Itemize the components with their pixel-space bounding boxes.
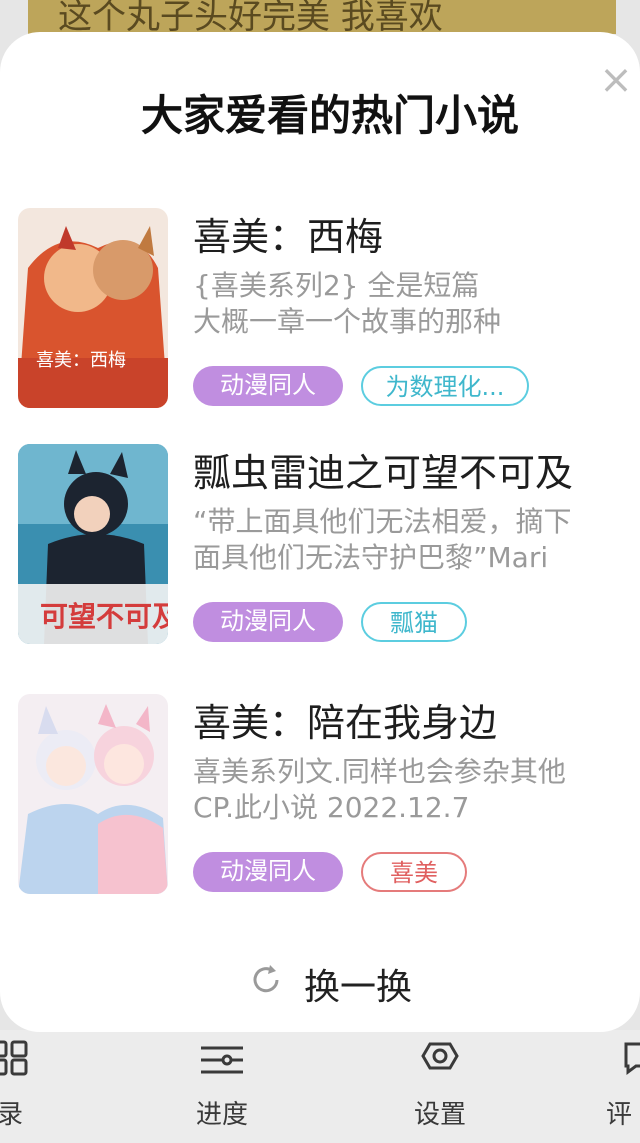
book-description-line: 大概一章一个故事的那种 [193,305,502,338]
sliders-icon [197,1038,247,1085]
book-item[interactable]: 喜美：陪在我身边 喜美系列文.同样也会参杂其他 CP.此小说 2022.12.7… [18,692,628,894]
book-title[interactable]: 喜美：陪在我身边 [193,692,497,747]
modal-title: 大家爱看的热门小说 [140,91,519,140]
category-tag[interactable]: 动漫同人 [193,852,343,892]
book-description-line: 面具他们无法守护巴黎”Mari [193,541,549,574]
background-banner: 这个丸子头好完美 我喜欢 [28,0,616,34]
book-description-line: {喜美系列2} 全是短篇 [193,269,480,302]
bottom-toolbar [0,1030,640,1143]
nav-settings[interactable]: 设置 [390,1030,490,1143]
nav-settings-label: 设置 [413,1100,466,1130]
book-tag[interactable]: 喜美 [361,852,467,892]
book-description: {喜美系列2} 全是短篇 大概一章一个故事的那种 [193,268,633,340]
refresh-label: 换一换 [304,967,413,1008]
book-title[interactable]: 喜美：西梅 [193,206,383,261]
hot-novels-modal: × 大家爱看的热门小说 喜美：西梅 喜美：西梅 {喜美系列2} 全是短篇 大概一… [0,32,640,1032]
cover-title-text: 喜美：西梅 [36,350,126,371]
comment-icon [620,1038,640,1085]
book-description: 喜美系列文.同样也会参杂其他 CP.此小说 2022.12.7 [193,754,633,826]
category-tag[interactable]: 动漫同人 [193,602,343,642]
cover-title-text: 可望不可及 [40,600,168,633]
nav-catalog[interactable]: 录 [0,1030,60,1143]
nav-progress[interactable]: 进度 [172,1030,272,1143]
book-tag[interactable]: 为数理化... [361,366,529,406]
book-item[interactable]: 可望不可及 瓢虫雷迪之可望不可及 “带上面具他们无法相爱，摘下 面具他们无法守护… [18,442,628,644]
nav-progress-label: 进度 [195,1100,248,1130]
nav-catalog-label: 录 [0,1100,23,1130]
nav-comments-label: 评 [606,1100,633,1130]
book-cover[interactable] [18,694,168,894]
book-description-line: CP.此小说 2022.12.7 [193,791,470,824]
book-item[interactable]: 喜美：西梅 喜美：西梅 {喜美系列2} 全是短篇 大概一章一个故事的那种 动漫同… [18,206,628,408]
grid-icon [0,1038,30,1085]
book-cover[interactable]: 喜美：西梅 [18,208,168,408]
book-description-line: 喜美系列文.同样也会参杂其他 [193,755,566,788]
book-title[interactable]: 瓢虫雷迪之可望不可及 [193,442,573,497]
book-cover[interactable]: 可望不可及 [18,444,168,644]
book-description: “带上面具他们无法相爱，摘下 面具他们无法守护巴黎”Mari [193,504,633,576]
nav-comments[interactable]: 评 [600,1030,640,1143]
refresh-icon [248,962,284,1007]
category-tag[interactable]: 动漫同人 [193,366,343,406]
book-tag[interactable]: 瓢猫 [361,602,467,642]
gear-icon [417,1038,463,1085]
book-description-line: “带上面具他们无法相爱，摘下 [193,505,572,538]
